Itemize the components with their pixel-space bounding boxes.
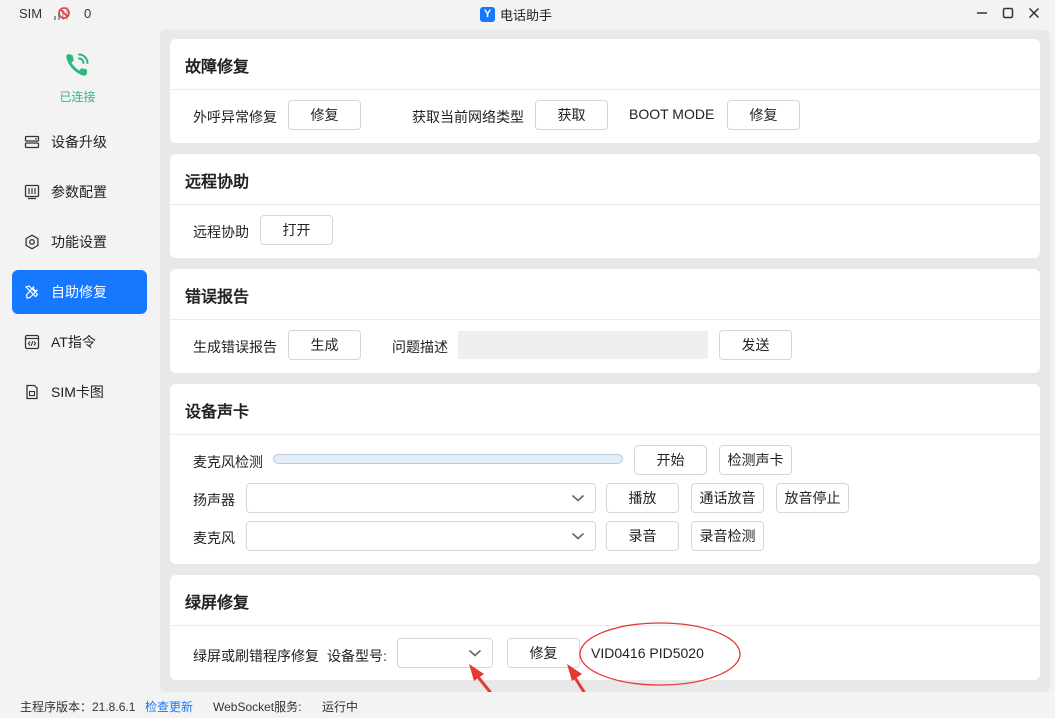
sidebar-item-label: AT指令 (51, 334, 96, 350)
mic-test-start-button[interactable]: 开始 (634, 445, 707, 475)
app-logo-icon: Y (480, 6, 495, 22)
divider (170, 204, 1040, 205)
version-label: 主程序版本：21.8.6.1 (20, 700, 136, 714)
remote-assist-open-button[interactable]: 打开 (260, 215, 333, 245)
divider (170, 89, 1040, 90)
call-play-button[interactable]: 通话放音 (691, 483, 764, 513)
chevron-down-icon (468, 649, 482, 657)
sidebar-item-label: 功能设置 (51, 234, 107, 250)
microphone-label: 麦克风 (193, 530, 235, 546)
check-update-link[interactable]: 检查更新 (145, 698, 193, 715)
remote-assist-card: 远程协助 远程协助 打开 (170, 154, 1040, 258)
sidebar-item-label: 参数配置 (51, 184, 107, 200)
vid-pid-text: VID0416 PID5020 (591, 645, 704, 661)
phone-connected-icon (66, 53, 89, 76)
app-title: 电话助手 (500, 7, 553, 23)
divider (170, 319, 1040, 320)
param-config-icon (24, 184, 40, 200)
sidebar-item-function-settings[interactable]: 功能设置 (12, 220, 147, 264)
divider (170, 434, 1040, 435)
microphone-select[interactable] (246, 521, 596, 551)
status-bar: 主程序版本：21.8.6.1 检查更新 WebSocket服务: 运行中 (0, 692, 1055, 718)
outgoing-repair-button[interactable]: 修复 (288, 100, 361, 130)
sim-label: SIM (19, 6, 43, 21)
connection-status: 已连接 (59, 90, 96, 104)
error-report-card: 错误报告 生成错误报告 生成 问题描述 发送 (170, 269, 1040, 373)
sim-card-icon (24, 384, 40, 400)
speaker-select[interactable] (246, 483, 596, 513)
sound-card-title: 设备声卡 (185, 404, 250, 421)
generate-report-label: 生成错误报告 (193, 339, 277, 355)
chevron-down-icon (571, 532, 585, 540)
problem-desc-input[interactable] (458, 331, 708, 359)
settings-gear-icon (24, 234, 40, 250)
sidebar-item-self-repair[interactable]: 自助修复 (12, 270, 147, 314)
get-network-type-button[interactable]: 获取 (535, 100, 608, 130)
window-controls (971, 2, 1045, 24)
network-type-label: 获取当前网络类型 (412, 109, 524, 125)
green-screen-repair-button[interactable]: 修复 (507, 638, 580, 668)
problem-desc-label: 问题描述 (392, 339, 448, 355)
repair-tools-icon (24, 284, 40, 300)
green-screen-title: 绿屏修复 (185, 595, 250, 612)
play-button[interactable]: 播放 (606, 483, 679, 513)
minimize-icon[interactable] (971, 2, 993, 24)
record-button[interactable]: 录音 (606, 521, 679, 551)
device-upgrade-icon (24, 134, 40, 150)
mic-test-label: 麦克风检测 (193, 454, 263, 470)
fault-repair-card: 故障修复 外呼异常修复 修复 获取当前网络类型 获取 BOOT MODE 修复 (170, 39, 1040, 143)
chevron-down-icon (571, 494, 585, 502)
boot-mode-label: BOOT MODE (629, 106, 715, 122)
sound-card-card: 设备声卡 麦克风检测 开始 检测声卡 扬声器 播放 通话放音 放音停止 麦克风 … (170, 384, 1040, 564)
sidebar-item-label: 自助修复 (51, 284, 107, 300)
sidebar-item-label: 设备升级 (51, 134, 107, 150)
close-icon[interactable] (1023, 2, 1045, 24)
sidebar: 已连接 设备升级 参数配置 功能设置 自助修复 AT指令 SIM卡图 (0, 28, 158, 692)
generate-report-button[interactable]: 生成 (288, 330, 361, 360)
mic-level-bar (273, 454, 623, 464)
websocket-label: WebSocket服务: (213, 700, 302, 714)
green-screen-repair-label: 绿屏或刷错程序修复 (193, 648, 319, 664)
divider (170, 625, 1040, 626)
sidebar-item-device-upgrade[interactable]: 设备升级 (12, 120, 147, 164)
sidebar-item-label: SIM卡图 (51, 384, 104, 400)
send-report-button[interactable]: 发送 (719, 330, 792, 360)
sidebar-item-at-command[interactable]: AT指令 (12, 320, 147, 364)
sidebar-item-param-config[interactable]: 参数配置 (12, 170, 147, 214)
title-bar: SIM 0 Y 电话助手 (0, 0, 1055, 28)
green-screen-card: 绿屏修复 绿屏或刷错程序修复 设备型号: 修复 VID0416 PID5020 (170, 575, 1040, 680)
boot-mode-repair-button[interactable]: 修复 (727, 100, 800, 130)
websocket-status: 运行中 (322, 700, 359, 714)
main-panel: 故障修复 外呼异常修复 修复 获取当前网络类型 获取 BOOT MODE 修复 … (160, 30, 1050, 692)
device-model-select[interactable] (397, 638, 493, 668)
sidebar-item-sim-card[interactable]: SIM卡图 (12, 370, 147, 414)
outgoing-repair-label: 外呼异常修复 (193, 109, 277, 125)
code-window-icon (24, 334, 40, 350)
record-test-button[interactable]: 录音检测 (691, 521, 764, 551)
fault-repair-title: 故障修复 (185, 59, 250, 76)
sim-count: 0 (84, 6, 92, 21)
no-signal-icon (54, 7, 70, 20)
device-model-label: 设备型号: (327, 648, 387, 664)
remote-assist-label: 远程协助 (193, 224, 249, 240)
speaker-label: 扬声器 (193, 492, 235, 508)
maximize-icon[interactable] (997, 2, 1019, 24)
remote-assist-title: 远程协助 (185, 174, 250, 191)
app-title-area: Y 电话助手 (480, 4, 552, 24)
error-report-title: 错误报告 (185, 289, 250, 306)
detect-sound-card-button[interactable]: 检测声卡 (719, 445, 792, 475)
stop-play-button[interactable]: 放音停止 (776, 483, 849, 513)
